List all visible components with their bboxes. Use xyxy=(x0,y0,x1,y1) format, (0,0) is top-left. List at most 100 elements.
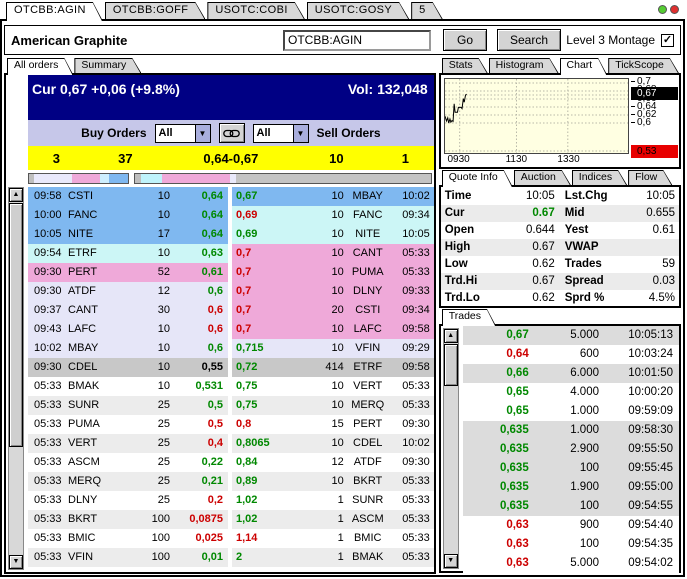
bid-row[interactable]: 05:33VERT250,4 xyxy=(28,434,228,453)
chart-x-tick: 1330 xyxy=(557,154,579,165)
scroll-down-icon[interactable]: ▼ xyxy=(444,554,458,568)
ask-row[interactable]: 0,720CSTI09:34 xyxy=(232,301,434,320)
bid-row[interactable]: 10:05NITE170,64 xyxy=(28,225,228,244)
bid-row[interactable]: 05:33DLNY250,2 xyxy=(28,491,228,510)
bid-row[interactable]: 05:33ASCM250,22 xyxy=(28,453,228,472)
quote-info-row: Trd.Hi0.67Spread0.03 xyxy=(441,273,679,290)
ask-market-maker: ASCM xyxy=(344,510,392,529)
analysis-tab-histogram[interactable]: Histogram xyxy=(489,58,559,73)
chevron-down-icon[interactable]: ▼ xyxy=(195,125,210,142)
bid-row[interactable]: 10:02MBAY100,6 xyxy=(28,339,228,358)
orders-tab-summary[interactable]: Summary xyxy=(74,58,141,73)
order-book-row: 05:33ASCM250,220,8412ATDF09:30 xyxy=(28,453,434,472)
symbol-tab-otcbb-goff[interactable]: OTCBB:GOFF xyxy=(105,2,206,19)
bid-row[interactable]: 09:43LAFC100,6 xyxy=(28,320,228,339)
trade-row[interactable]: 0,6351.90009:55:00 xyxy=(463,478,679,497)
bid-row[interactable]: 05:33SUNR250,5 xyxy=(28,396,228,415)
ask-row[interactable]: 0,6910NITE10:05 xyxy=(232,225,434,244)
bid-row[interactable]: 09:58CSTI100,64 xyxy=(28,187,228,206)
link-filters-button[interactable] xyxy=(219,123,245,143)
order-book-scrollbar[interactable]: ▲ ▼ xyxy=(8,187,24,570)
quote-tab-indices[interactable]: Indices xyxy=(572,170,627,185)
orders-tab-all-orders[interactable]: All orders xyxy=(7,58,73,75)
trade-row[interactable]: 0,654.00010:00:20 xyxy=(463,383,679,402)
trade-row[interactable]: 0,6352.90009:55:50 xyxy=(463,440,679,459)
bid-row[interactable]: 09:30ATDF120,6 xyxy=(28,282,228,301)
search-button[interactable]: Search xyxy=(497,29,561,51)
ask-row[interactable]: 0,8910BKRT05:33 xyxy=(232,472,434,491)
analysis-tab-tickscope[interactable]: TickScope xyxy=(608,58,679,73)
analysis-tab-stats[interactable]: Stats xyxy=(442,58,488,73)
bid-row[interactable]: 05:33BMAK100,531 xyxy=(28,377,228,396)
scroll-up-icon[interactable]: ▲ xyxy=(9,188,23,202)
trade-row[interactable]: 0,666.00010:01:50 xyxy=(463,364,679,383)
ask-size: 20 xyxy=(294,301,344,320)
tab-trades[interactable]: Trades xyxy=(442,309,496,326)
bid-row[interactable]: 10:00FANC100,64 xyxy=(28,206,228,225)
ask-row[interactable]: 1,021SUNR05:33 xyxy=(232,491,434,510)
ask-row[interactable]: 0,72414ETRF09:58 xyxy=(232,358,434,377)
quote-tab-auction[interactable]: Auction xyxy=(514,170,571,185)
symbol-tab-usotc-gosy[interactable]: USOTC:GOSY xyxy=(307,2,409,19)
symbol-tab-usotc-cobi[interactable]: USOTC:COBI xyxy=(207,2,304,19)
ask-row[interactable]: 0,710DLNY09:33 xyxy=(232,282,434,301)
ask-size: 15 xyxy=(294,415,344,434)
ask-row[interactable]: 0,710CANT05:33 xyxy=(232,244,434,263)
bid-row[interactable]: 05:33VFIN1000,01 xyxy=(28,548,228,567)
analysis-tab-chart[interactable]: Chart xyxy=(560,58,608,75)
ask-row[interactable]: 0,71510VFIN09:29 xyxy=(232,339,434,358)
trade-row[interactable]: 0,63510009:54:55 xyxy=(463,497,679,516)
bid-row[interactable]: 09:54ETRF100,63 xyxy=(28,244,228,263)
ask-time: 05:33 xyxy=(392,263,434,282)
symbol-tab-5[interactable]: 5 xyxy=(411,2,443,19)
trade-row[interactable]: 0,6351.00009:58:30 xyxy=(463,421,679,440)
bid-market-maker: ATDF xyxy=(68,282,120,301)
trade-row[interactable]: 0,651.00009:59:09 xyxy=(463,402,679,421)
chart-x-axis: 093011301330 xyxy=(444,154,630,167)
order-book-row: 10:02MBAY100,60,71510VFIN09:29 xyxy=(28,339,434,358)
trade-row[interactable]: 0,635.00009:54:02 xyxy=(463,554,679,573)
level3-montage-checkbox[interactable]: ✓ xyxy=(661,34,674,47)
ask-row[interactable]: 0,6910FANC09:34 xyxy=(232,206,434,225)
bid-row[interactable]: 05:33BMIC1000,025 xyxy=(28,529,228,548)
ask-row[interactable]: 1,021ASCM05:33 xyxy=(232,510,434,529)
ask-row[interactable]: 0,710LAFC09:58 xyxy=(232,320,434,339)
symbol-input[interactable] xyxy=(283,30,431,51)
scroll-down-icon[interactable]: ▼ xyxy=(9,555,23,569)
bid-row[interactable]: 05:33PUMA250,5 xyxy=(28,415,228,434)
ask-row[interactable]: 0,806510CDEL10:02 xyxy=(232,434,434,453)
quote-tab-quote-info[interactable]: Quote Info xyxy=(442,170,513,187)
chevron-down-icon[interactable]: ▼ xyxy=(293,125,308,142)
ask-row[interactable]: 21BMAK05:33 xyxy=(232,548,434,567)
order-book-row: 09:30PERT520,610,710PUMA05:33 xyxy=(28,263,434,282)
scrollbar-thumb[interactable] xyxy=(444,344,458,386)
symbol-tab-otcbb-agin[interactable]: OTCBB:AGIN xyxy=(6,2,103,21)
ask-row[interactable]: 0,6710MBAY10:02 xyxy=(232,187,434,206)
ask-row[interactable]: 0,7510MERQ05:33 xyxy=(232,396,434,415)
bid-price: 0,55 xyxy=(170,358,228,377)
trade-size: 1.000 xyxy=(529,402,599,421)
ask-row[interactable]: 1,141BMIC05:33 xyxy=(232,529,434,548)
trade-row[interactable]: 0,63510009:55:45 xyxy=(463,459,679,478)
bid-row[interactable]: 09:30PERT520,61 xyxy=(28,263,228,282)
ask-row[interactable]: 0,815PERT09:30 xyxy=(232,415,434,434)
ask-row[interactable]: 0,7510VERT05:33 xyxy=(232,377,434,396)
sell-filter-select[interactable]: All ▼ xyxy=(253,124,309,143)
scroll-up-icon[interactable]: ▲ xyxy=(444,329,458,343)
buy-filter-select[interactable]: All ▼ xyxy=(155,124,211,143)
trade-row[interactable]: 0,675.00010:05:13 xyxy=(463,326,679,345)
bid-row[interactable]: 09:37CANT300,6 xyxy=(28,301,228,320)
bid-row[interactable]: 05:33BKRT1000,0875 xyxy=(28,510,228,529)
quote-tab-flow[interactable]: Flow xyxy=(628,170,672,185)
ask-row[interactable]: 0,710PUMA05:33 xyxy=(232,263,434,282)
trade-row[interactable]: 0,6460010:03:24 xyxy=(463,345,679,364)
scrollbar-thumb[interactable] xyxy=(9,203,23,447)
bid-row[interactable]: 09:30CDEL100,55 xyxy=(28,358,228,377)
trades-scrollbar[interactable]: ▲ ▼ xyxy=(443,328,459,569)
bid-row[interactable]: 05:33MERQ250,21 xyxy=(28,472,228,491)
go-button[interactable]: Go xyxy=(443,29,487,51)
trade-row[interactable]: 0,6390009:54:40 xyxy=(463,516,679,535)
order-book-row: 09:30ATDF120,60,710DLNY09:33 xyxy=(28,282,434,301)
trade-row[interactable]: 0,6310009:54:35 xyxy=(463,535,679,554)
ask-row[interactable]: 0,8412ATDF09:30 xyxy=(232,453,434,472)
